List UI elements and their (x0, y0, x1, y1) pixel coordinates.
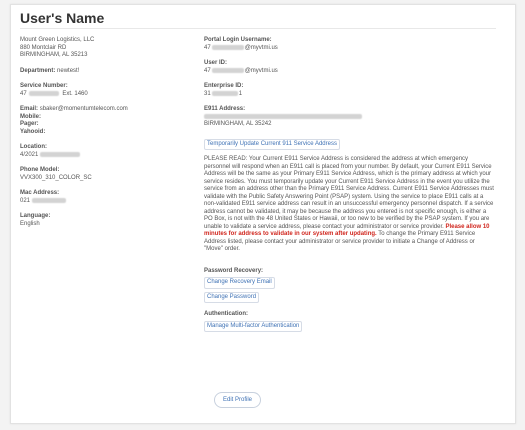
edit-profile-button[interactable]: Edit Profile (214, 392, 261, 408)
service-number-prefix: 47 (20, 90, 27, 97)
mac-address-prefix: 021 (20, 197, 31, 204)
e911-block: E911 Address: BIRMINGHAM, AL 35242 (204, 106, 494, 129)
service-number-label: Service Number: (20, 83, 68, 89)
phone-model-value: VVX300_310_COLOR_SC (20, 174, 92, 181)
location-prefix: 4/2021 (20, 151, 39, 158)
authentication-label: Authentication: (204, 311, 248, 318)
department-label: Department: (20, 67, 56, 74)
service-number-ext: Ext. 1460 (62, 90, 88, 97)
mobile-label: Mobile: (20, 113, 41, 120)
password-recovery-label: Password Recovery: (204, 267, 264, 274)
e911-city: BIRMINGHAM, AL 35242 (204, 121, 272, 128)
company-block: Mount Green Logistics, LLC 880 Montclair… (20, 37, 190, 60)
password-recovery-block: Password Recovery: Change Recovery Email… (204, 268, 494, 304)
e911-notice: PLEASE READ: Your Current E911 Service A… (204, 156, 494, 254)
portal-login-label: Portal Login Username: (204, 37, 272, 43)
company-name: Mount Green Logistics, LLC (20, 37, 95, 43)
language-value: English (20, 220, 40, 227)
yahooid-label: Yahooid: (20, 128, 46, 135)
user-id-prefix: 47 (204, 67, 211, 74)
temporarily-update-911-link[interactable]: Temporarily Update Current 911 Service A… (204, 138, 340, 151)
phone-model-block: Phone Model: VVX300_310_COLOR_SC (20, 167, 190, 182)
portal-login-suffix: @myvtmi.us (244, 44, 278, 51)
department-value: newtest! (57, 67, 80, 74)
redacted-user-id (211, 67, 244, 73)
enterprise-id-block: Enterprise ID: 31 1 (204, 83, 494, 98)
enterprise-id-label: Enterprise ID: (204, 83, 244, 90)
location-block: Location: 4/2021 (20, 144, 190, 159)
change-recovery-email-button[interactable]: Change Recovery Email (204, 277, 275, 289)
authentication-block: Authentication: Manage Multi-factor Auth… (204, 311, 494, 333)
redacted-location (40, 151, 81, 157)
company-street: 880 Montclair RD (20, 44, 67, 51)
pager-label: Pager: (20, 121, 39, 128)
portal-login-block: Portal Login Username: 47 @myvtmi.us (204, 37, 494, 52)
right-column: Portal Login Username: 47 @myvtmi.us User… (204, 37, 494, 333)
redacted-number (28, 90, 59, 96)
user-id-block: User ID: 47 @myvtmi.us (204, 60, 494, 75)
enterprise-id-suffix: 1 (238, 90, 243, 97)
mac-address-label: Mac Address: (20, 190, 60, 197)
redacted-enterprise-id (211, 90, 238, 96)
left-column: Mount Green Logistics, LLC 880 Montclair… (20, 37, 190, 236)
user-id-suffix: @myvtmi.us (244, 67, 278, 74)
change-password-button[interactable]: Change Password (204, 291, 260, 304)
company-city: BIRMINGHAM, AL 35213 (20, 52, 88, 58)
mac-address-block: Mac Address: 021 (20, 190, 190, 205)
phone-model-label: Phone Model: (20, 167, 60, 174)
email-value: sbaker@momentumtelecom.com (39, 106, 128, 113)
manage-mfa-button[interactable]: Manage Multi-factor Authentication (204, 320, 303, 333)
user-id-label: User ID: (204, 60, 228, 67)
redacted-mac (32, 197, 67, 203)
language-label: Language: (20, 213, 51, 220)
redacted-e911-street (204, 113, 362, 119)
department-block: Department: newtest! (20, 68, 190, 76)
email-label: Email: (20, 106, 39, 113)
contact-block: Email: sbaker@momentumtelecom.com Mobile… (20, 106, 190, 136)
enterprise-id-prefix: 31 (204, 90, 211, 97)
e911-label: E911 Address: (204, 106, 246, 113)
redacted-portal-login (211, 44, 244, 50)
location-label: Location: (20, 144, 47, 151)
notice-body: PLEASE READ: Your Current E911 Service A… (204, 156, 494, 230)
portal-login-prefix: 47 (204, 44, 211, 51)
title-divider (20, 28, 496, 29)
language-block: Language: English (20, 213, 190, 228)
service-number-block: Service Number: 47 Ext. 1460 (20, 83, 190, 98)
page-title: User's Name (20, 10, 105, 26)
